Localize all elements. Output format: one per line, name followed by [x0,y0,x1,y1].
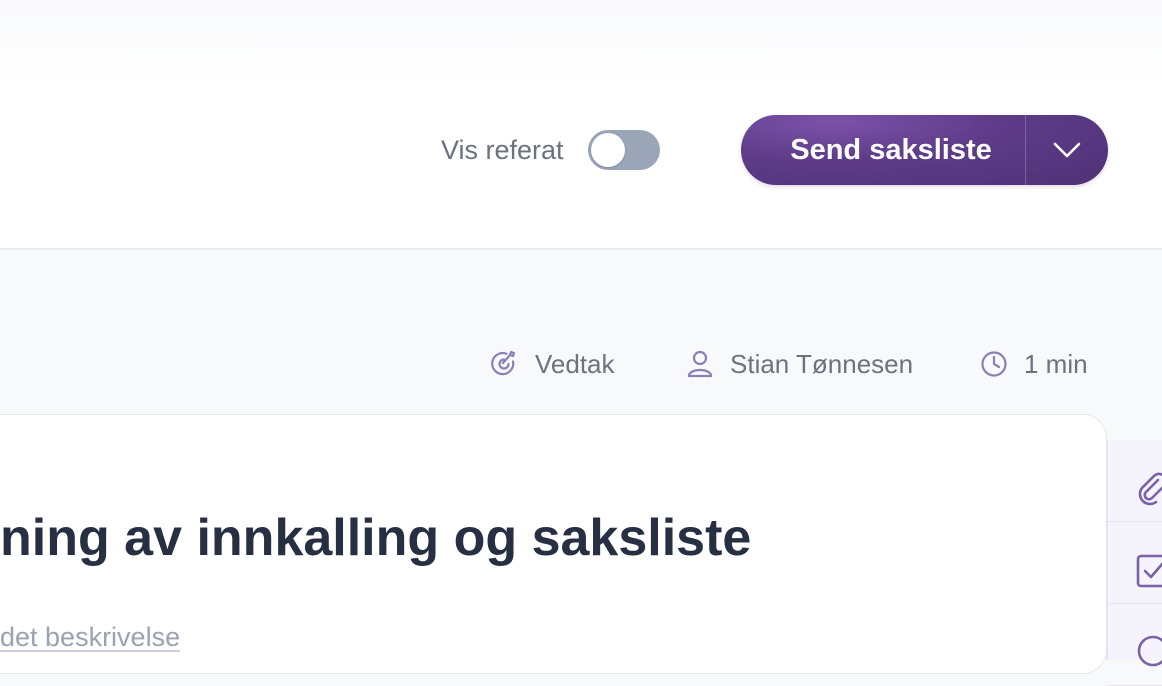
target-check-icon [491,350,516,376]
send-saksliste-button-group[interactable]: Send saksliste [741,115,1108,185]
checkbox-icon [1136,554,1162,588]
send-options-button[interactable] [1026,115,1108,185]
paperclip-icon [1138,472,1162,506]
clock-icon [981,351,1007,377]
rail-item-more[interactable] [1108,604,1162,686]
meta-owner[interactable]: Stian Tønnesen [686,344,913,384]
circle-icon [1137,635,1162,667]
meta-type[interactable]: Vedtak [489,344,615,384]
meta-owner-label: Stian Tønnesen [730,348,914,379]
agenda-item-title: ning av innkalling og saksliste [0,509,752,567]
meta-duration-label: 1 min [1024,348,1088,379]
vis-referat-label: Vis referat [441,134,564,165]
rail-item-tasks[interactable] [1108,522,1162,604]
chevron-down-icon [1053,142,1081,158]
rail-item-attachments[interactable] [1108,440,1162,522]
meta-type-label: Vedtak [535,348,615,379]
toggle-knob [590,133,625,167]
side-rail [1106,440,1162,686]
send-saksliste-button[interactable]: Send saksliste [741,115,1025,185]
vis-referat-toggle[interactable] [587,130,660,170]
meta-duration[interactable]: 1 min [980,344,1088,384]
agenda-item-description[interactable]: det beskrivelse [0,622,180,653]
user-icon [687,350,713,378]
vis-referat-toggle-group[interactable]: Vis referat [441,130,660,170]
